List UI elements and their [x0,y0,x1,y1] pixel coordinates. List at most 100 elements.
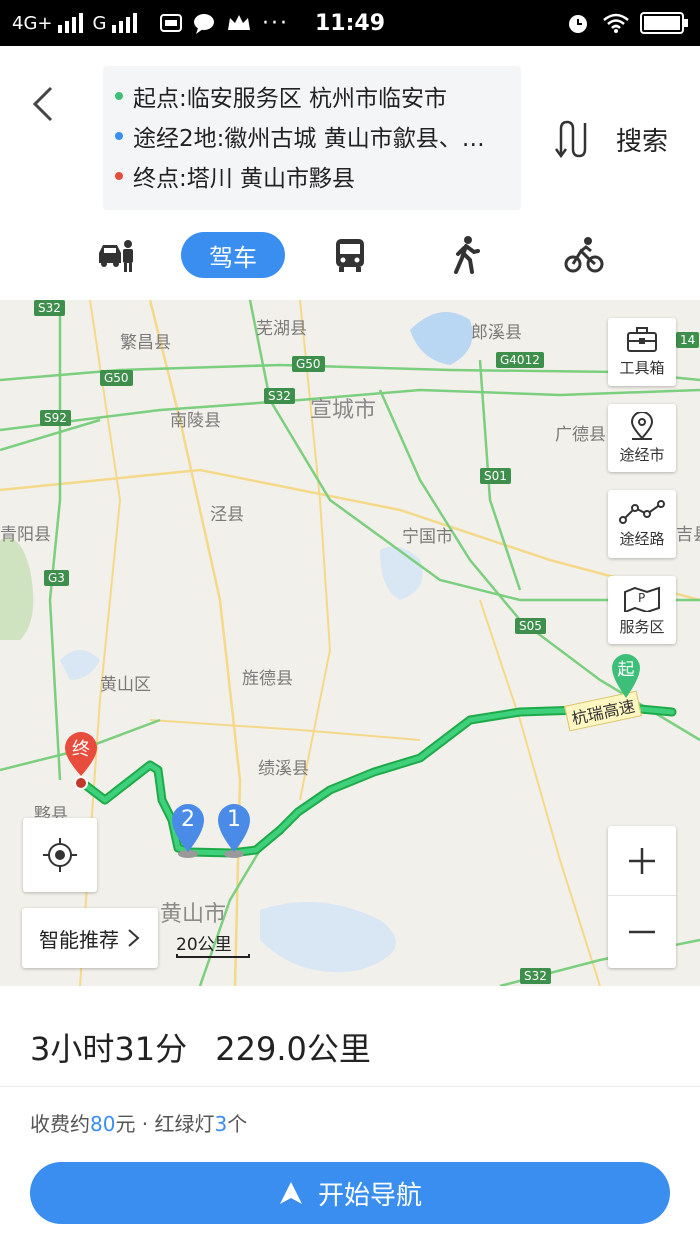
road-shield: S32 [520,968,551,984]
via-pin-2-label: 2 [181,807,195,832]
divider [0,1086,700,1087]
fee-amount: 80 [90,1112,116,1136]
map-label-jingxian: 泾县 [210,505,244,525]
alarm-icon [569,15,587,33]
service-area-label: 服务区 [619,617,665,636]
via-points[interactable]: 途经2地:徽州古城 黄山市歙县、… [115,116,507,156]
navigation-arrow-icon [279,1182,302,1204]
route-distance: 229.0公里 [215,1030,371,1068]
road-shield: S32 [34,300,65,316]
map-label-huangshanshi: 黄山市 [160,902,227,927]
locate-icon [43,838,77,872]
via-dot [115,132,123,140]
via-road-button[interactable]: 途经路 [608,490,676,558]
road-shield: S92 [40,410,71,426]
via-pin-2[interactable]: 2 [168,798,208,860]
toolbox-label: 工具箱 [619,358,665,377]
fee-prefix: 收费约 [30,1112,90,1136]
smart-recommend-button[interactable]: 智能推荐 [22,908,158,968]
tab-bus[interactable] [330,230,370,280]
back-button[interactable] [18,74,68,134]
fee-mid: 元 · 红绿灯 [115,1112,215,1136]
route-info-panel: 3小时31分 229.0公里 收费约80元 · 红绿灯3个 开始导航 [0,986,700,1244]
via-road-label: 途经路 [619,529,665,548]
via-pin-1-label: 1 [227,807,241,832]
route-duration: 3小时31分 [30,1030,188,1068]
zoom-out-button[interactable] [608,897,676,967]
via-city-label: 途经市 [619,445,665,464]
via-city-button[interactable]: 途经市 [608,404,676,472]
locate-button[interactable] [23,818,97,892]
tab-taxi[interactable] [96,230,136,280]
traffic-light-count: 3 [214,1112,228,1136]
road-shield: S05 [515,618,546,634]
swap-icon [554,120,587,159]
road-shield: 14 [676,332,700,348]
system-icons [566,0,690,46]
walk-icon [454,236,480,274]
map-label-langxi: 郎溪县 [471,323,522,343]
map-label-ji: 吉县 [676,525,700,545]
route-summary[interactable]: 3小时31分 229.0公里 [30,1024,371,1070]
start-navigation-button[interactable]: 开始导航 [30,1162,670,1224]
end-pin-label: 终 [72,739,90,760]
end-pin[interactable]: 终 [60,728,102,792]
end-point[interactable]: 终点:塔川 黄山市黟县 [115,156,507,196]
via-pin-1[interactable]: 1 [214,798,254,860]
map-label-guangde: 广德县 [555,425,606,445]
fee-suffix: 个 [227,1112,248,1136]
toolbox-icon [627,326,657,352]
start-point[interactable]: 起点:临安服务区 杭州市临安市 [115,76,507,116]
route-header: 起点:临安服务区 杭州市临安市 途经2地:徽州古城 黄山市歙县、… 终点:塔川 … [0,46,700,300]
end-dot [115,172,123,180]
zoom-in-button[interactable] [608,826,676,896]
location-pin-icon [630,411,654,440]
service-area-button[interactable]: P 服务区 [608,576,676,644]
map-label-nanling: 南陵县 [170,411,221,431]
start-pin[interactable]: 起 [608,650,644,700]
battery-icon [640,12,688,34]
start-dot [115,92,123,100]
map-view[interactable]: 繁昌县 芜湖县 郎溪县 南陵县 宣城市 广德县 泾县 宁国市 青阳县 吉县 黄山… [0,300,700,986]
svg-text:P: P [638,591,645,605]
tab-walk[interactable] [446,230,486,280]
minus-icon [629,930,655,934]
map-label-xuancheng: 宣城市 [310,398,377,423]
status-bar: 4G+ G ··· 11:49 [0,0,700,46]
route-fee-info: 收费约80元 · 红绿灯3个 [30,1108,247,1137]
back-arrow-icon [32,86,53,122]
end-point-text: 终点:塔川 黄山市黟县 [133,166,356,192]
swap-route-button[interactable] [548,116,594,162]
road-shield: S01 [480,468,511,484]
road-shield: S32 [264,388,295,404]
transport-mode-tabs: 驾车 [0,230,700,280]
map-label-huangshanqu: 黄山区 [100,675,151,695]
map-label-qingyang: 青阳县 [0,525,51,545]
start-navigation-label: 开始导航 [317,1180,422,1211]
bike-icon [564,237,604,273]
map-label-ningguo: 宁国市 [402,527,453,547]
toolbox-button[interactable]: 工具箱 [608,318,676,386]
map-label-jixi: 绩溪县 [258,759,309,779]
zoom-controls [608,826,676,968]
route-line-icon [619,499,665,524]
taxi-icon [99,240,133,272]
start-pin-label: 起 [617,660,635,680]
map-scale-bar [176,954,250,958]
wifi-icon [603,13,629,33]
road-shield: G50 [292,356,325,372]
road-shield: G3 [44,570,69,586]
map-scale-label: 20公里 [176,935,232,955]
start-point-text: 起点:临安服务区 杭州市临安市 [133,86,448,112]
map-label-fanchang: 繁昌县 [120,333,171,353]
plus-icon [629,847,655,874]
route-summary-box[interactable]: 起点:临安服务区 杭州市临安市 途经2地:徽州古城 黄山市歙县、… 终点:塔川 … [103,66,521,210]
chevron-right-icon [128,929,140,947]
bus-icon [336,239,364,272]
smart-recommend-label: 智能推荐 [39,927,119,952]
via-points-text: 途经2地:徽州古城 黄山市歙县、… [133,126,485,152]
tab-drive[interactable]: 驾车 [181,232,285,278]
tab-bike[interactable] [562,230,606,280]
search-button[interactable]: 搜索 [616,116,668,162]
service-area-icon: P [624,586,660,612]
